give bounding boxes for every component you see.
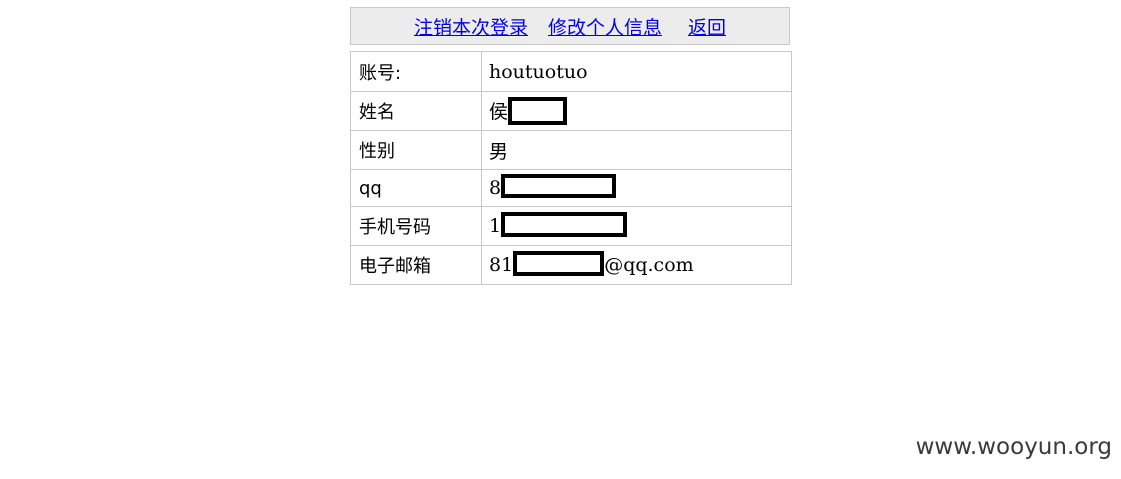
gender-label: 性别: [350, 130, 482, 170]
qq-label: qq: [350, 169, 482, 207]
table-row: 手机号码 1: [350, 206, 792, 246]
redaction-box: [513, 251, 605, 277]
profile-table: 账号: houtuotuo 姓名 侯 性别 男 qq 8 手机号码 1 电子邮箱: [350, 51, 792, 285]
account-value: houtuotuo: [481, 51, 792, 92]
nav-bar: 注销本次登录 修改个人信息 返回: [350, 7, 790, 45]
table-row: 电子邮箱 81 @qq.com: [350, 245, 792, 285]
table-row: qq 8: [350, 169, 792, 207]
edit-profile-link[interactable]: 修改个人信息: [548, 13, 662, 40]
email-value: 81 @qq.com: [481, 245, 792, 285]
email-suffix: @qq.com: [604, 253, 694, 276]
table-row: 账号: houtuotuo: [350, 51, 792, 92]
phone-value: 1: [481, 206, 792, 246]
account-label: 账号:: [350, 51, 482, 92]
email-prefix: 81: [489, 253, 514, 276]
logout-link[interactable]: 注销本次登录: [414, 13, 528, 40]
qq-prefix: 8: [489, 177, 502, 199]
phone-prefix: 1: [489, 214, 502, 237]
table-row: 性别 男: [350, 130, 792, 170]
back-link[interactable]: 返回: [688, 13, 726, 40]
gender-value: 男: [481, 130, 792, 170]
name-label: 姓名: [350, 91, 482, 131]
page: 注销本次登录 修改个人信息 返回 账号: houtuotuo 姓名 侯 性别 男…: [0, 0, 1121, 479]
email-label: 电子邮箱: [350, 245, 482, 285]
redaction-box: [508, 97, 568, 125]
phone-label: 手机号码: [350, 206, 482, 246]
redaction-box: [501, 174, 617, 198]
qq-value: 8: [481, 169, 792, 207]
table-row: 姓名 侯: [350, 91, 792, 131]
name-value: 侯: [481, 91, 792, 131]
redaction-box: [501, 212, 628, 238]
watermark: www.wooyun.org: [915, 434, 1112, 460]
name-prefix: 侯: [489, 101, 509, 123]
